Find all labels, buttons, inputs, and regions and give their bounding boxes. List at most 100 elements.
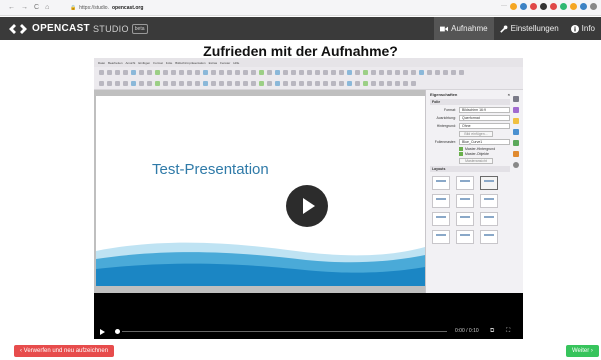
checkbox-icon [459, 147, 463, 151]
lo-menu-item: Bildschirmpräsentation [175, 61, 206, 65]
home-icon[interactable]: ⌂ [45, 4, 49, 11]
lo-menu-item: Extras [208, 61, 218, 65]
layout-thumbnail [456, 212, 474, 226]
toolbar-icon [459, 70, 464, 75]
picture-in-picture-icon[interactable]: ⧉ [490, 328, 494, 335]
url-domain: opencast.org [111, 4, 144, 11]
toolbar-icon [323, 70, 328, 75]
toolbar-icon [443, 70, 448, 75]
url-prefix: https://studio. [79, 4, 109, 11]
styles-icon [513, 107, 519, 113]
lock-icon: 🔒 [70, 4, 77, 11]
play-overlay-button[interactable] [286, 185, 328, 227]
toolbar-icon [99, 70, 104, 75]
play-icon[interactable] [100, 328, 105, 335]
fullscreen-icon[interactable]: ⛶ [506, 328, 510, 335]
extension-icon[interactable] [550, 3, 557, 10]
toolbar-icon [203, 81, 208, 86]
lo-menu-item: Datei [98, 61, 106, 65]
menu-item-einstellungen[interactable]: Einstellungen [494, 17, 565, 40]
toolbar-icon [267, 70, 272, 75]
toolbar-icon [283, 81, 288, 86]
toolbar-icon [379, 81, 384, 86]
toolbar-icon [315, 81, 320, 86]
toolbar-icon [259, 70, 264, 75]
toolbar-icon [371, 81, 376, 86]
toolbar-icon [139, 70, 144, 75]
toolbar-icon [219, 81, 224, 86]
toolbar-icon [299, 81, 304, 86]
toolbar-icon [131, 70, 136, 75]
toolbar-icon [123, 70, 128, 75]
next-button[interactable]: Weiter › [566, 345, 599, 357]
toolbar-icon [291, 70, 296, 75]
toolbar-icon [99, 81, 104, 86]
format-label: Format: [443, 108, 456, 112]
seek-bar[interactable] [122, 331, 447, 332]
extension-icon[interactable] [560, 3, 567, 10]
toolbar-icon [355, 70, 360, 75]
extension-icon[interactable] [570, 3, 577, 10]
address-bar[interactable]: 🔒 https://studio. opencast.org [70, 5, 143, 11]
toolbar-icon [411, 81, 416, 86]
toolbar-icon [171, 70, 176, 75]
toolbar-icon [275, 81, 280, 86]
opencast-logo[interactable]: OPENCAST STUDIO beta [9, 23, 148, 35]
beta-badge: beta [131, 23, 148, 34]
toolbar-icon [107, 81, 112, 86]
toolbar-icon [203, 70, 208, 75]
toolbar-icon [451, 70, 456, 75]
toolbar-icon [291, 81, 296, 86]
toolbar-icon [163, 81, 168, 86]
toolbar-icon [347, 81, 352, 86]
toolbar-icon [147, 81, 152, 86]
toolbar-icon [115, 81, 120, 86]
layout-thumbnail [432, 212, 450, 226]
menu-item-info[interactable]: Info [565, 17, 601, 40]
toolbar-icon [195, 70, 200, 75]
section-layouts: Layouts [430, 166, 510, 172]
back-icon[interactable]: ← [8, 4, 15, 11]
toolbar-icon [363, 70, 368, 75]
menu-item-aufnahme[interactable]: Aufnahme [434, 17, 494, 40]
seek-handle[interactable] [115, 329, 120, 334]
chk-master-objects: Master-Objekte [465, 152, 489, 156]
ausrichtung-label: Ausrichtung: [436, 116, 456, 120]
toolbar-icon [187, 81, 192, 86]
browser-extensions: ··· [501, 3, 597, 10]
layout-thumbnail [432, 194, 450, 208]
reload-icon[interactable]: C [34, 4, 39, 11]
format-value: Bildschirm 16:9 [459, 107, 510, 113]
menu-label: Einstellungen [510, 24, 559, 33]
lo-menu-item: Einfügen [138, 61, 151, 65]
toolbar-icon [219, 70, 224, 75]
video-player[interactable]: Datei Bearbeiten Ansicht Einfügen Format Foli… [94, 58, 523, 339]
checkbox-icon [459, 152, 463, 156]
discard-button[interactable]: ‹ Verwerfen und neu aufzeichnen [14, 345, 115, 357]
chk-master-background: Master-Hintergrund [465, 147, 496, 151]
extension-icon[interactable] [590, 3, 597, 10]
toolbar-icon [179, 81, 184, 86]
toolbar-icon [251, 81, 256, 86]
slide-area: Test-Presentation [94, 90, 425, 293]
toolbar-icon [227, 81, 232, 86]
extension-icon[interactable] [580, 3, 587, 10]
toolbar-icon [395, 70, 400, 75]
layout-thumbnail [480, 230, 498, 244]
layout-grid [432, 176, 510, 244]
forward-icon[interactable]: → [21, 4, 28, 11]
overflow-menu-icon[interactable]: ··· [501, 3, 507, 10]
master-slides-icon [513, 151, 519, 157]
extension-icon[interactable] [540, 3, 547, 10]
toolbar-icon [411, 70, 416, 75]
extension-icon[interactable] [520, 3, 527, 10]
player-controls: 0:00 / 0:10 ⧉ ⛶ [94, 324, 523, 339]
sidebar-deck-icons [513, 96, 521, 168]
page-title: Zufrieden mit der Aufnahme? [203, 43, 398, 59]
close-icon: × [507, 92, 510, 97]
toolbar-icon [307, 70, 312, 75]
extension-icon[interactable] [510, 3, 517, 10]
slide: Test-Presentation [96, 96, 425, 286]
toolbar-icon [155, 70, 160, 75]
extension-icon[interactable] [530, 3, 537, 10]
